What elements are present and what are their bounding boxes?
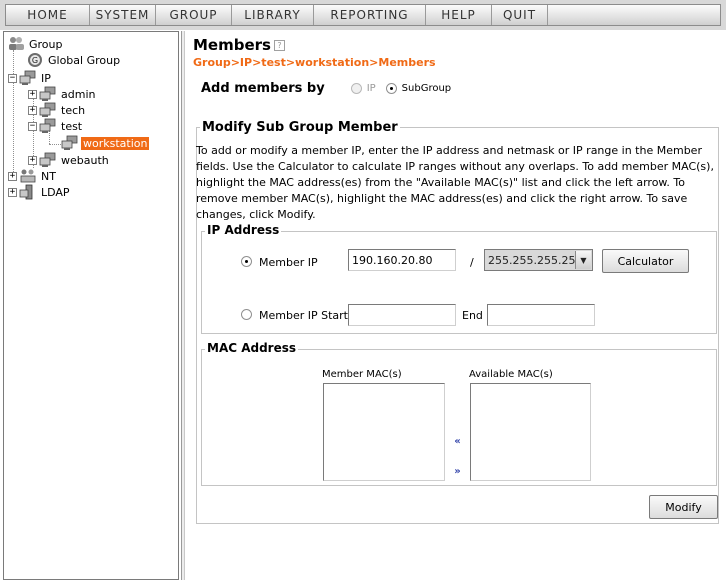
tree-label-workstation: workstation <box>81 136 150 150</box>
member-ip-start-label: Member IP Start <box>259 309 348 322</box>
member-ip-input[interactable]: 190.160.20.80 <box>348 249 456 271</box>
tree-label-test: test <box>61 119 83 133</box>
ip-address-legend: IP Address <box>205 223 282 237</box>
network-computers-icon <box>39 118 56 133</box>
calculator-button[interactable]: Calculator <box>602 249 689 273</box>
tree-node-tech[interactable]: + tech <box>28 102 87 118</box>
tree-node-webauth[interactable]: + webauth <box>28 152 111 168</box>
nt-domain-icon <box>20 169 36 183</box>
add-by-subgroup-radio[interactable] <box>385 83 397 94</box>
breadcrumb: Group>IP>test>workstation>Members <box>193 56 436 69</box>
expand-icon[interactable]: + <box>8 187 17 197</box>
netmask-separator: / <box>470 256 474 269</box>
panel-splitter[interactable] <box>181 31 185 580</box>
tree-label-ip: IP <box>41 71 51 85</box>
member-macs-list[interactable] <box>323 383 445 481</box>
tree-label-group: Group <box>29 37 63 51</box>
add-members-by-row: Add members by IP SubGroup <box>201 81 461 96</box>
netmask-selected-value: 255.255.255.255 <box>488 254 583 267</box>
tree-node-ip[interactable]: − IP <box>8 70 53 86</box>
network-computers-icon <box>39 86 56 101</box>
tree-label-tech: tech <box>61 103 86 117</box>
add-by-ip-radio[interactable] <box>350 83 362 94</box>
help-icon[interactable]: ? <box>273 39 285 51</box>
menu-reporting[interactable]: REPORTING <box>314 5 426 25</box>
tree-label-admin: admin <box>61 87 96 101</box>
move-left-arrow-icon[interactable]: « <box>451 434 464 448</box>
network-computers-icon <box>19 70 36 85</box>
add-by-ip-option[interactable]: IP <box>350 83 376 94</box>
top-menu-bar: HOME SYSTEM GROUP LIBRARY REPORTING HELP… <box>0 0 726 30</box>
page-title-text: Members <box>193 36 271 54</box>
group-tree-panel: Group G Global Group − IP + admin + tech… <box>3 31 179 580</box>
tree-node-admin[interactable]: + admin <box>28 86 97 102</box>
collapse-icon[interactable]: − <box>28 121 37 131</box>
tree-node-test[interactable]: − test <box>28 118 84 134</box>
tree-connector <box>49 144 61 145</box>
expand-icon[interactable]: + <box>28 89 37 99</box>
move-right-arrow-icon[interactable]: » <box>451 464 464 478</box>
member-macs-label: Member MAC(s) <box>322 369 402 380</box>
member-ip-end-input[interactable] <box>487 304 595 326</box>
available-macs-label: Available MAC(s) <box>469 369 553 380</box>
tree-node-global-group[interactable]: G Global Group <box>26 52 122 68</box>
menu-quit[interactable]: QUIT <box>492 5 548 25</box>
network-computers-icon <box>39 152 56 167</box>
tree-node-ldap[interactable]: + LDAP <box>8 184 72 200</box>
tree-label-webauth: webauth <box>61 153 109 167</box>
add-by-subgroup-option[interactable]: SubGroup <box>385 83 452 94</box>
svg-text:G: G <box>32 56 38 65</box>
member-ip-start-input[interactable] <box>348 304 456 326</box>
tree-label-nt: NT <box>41 169 56 183</box>
globe-icon: G <box>28 53 42 67</box>
page-title: Members ? <box>193 36 285 54</box>
member-ip-radio[interactable] <box>241 256 252 267</box>
network-computers-icon <box>39 102 56 117</box>
tree-node-group[interactable]: Group <box>7 36 65 52</box>
modify-description: To add or modify a member IP, enter the … <box>196 144 714 221</box>
member-ip-label: Member IP <box>259 256 318 269</box>
menu-library[interactable]: LIBRARY <box>232 5 314 25</box>
available-macs-list[interactable] <box>470 383 591 481</box>
member-ip-end-label: End <box>462 309 483 322</box>
network-computers-icon <box>61 135 78 150</box>
expand-icon[interactable]: + <box>8 171 17 181</box>
main-menu: HOME SYSTEM GROUP LIBRARY REPORTING HELP… <box>5 4 721 26</box>
menu-home[interactable]: HOME <box>6 5 90 25</box>
tree-label-ldap: LDAP <box>41 185 70 199</box>
tree-node-nt[interactable]: + NT <box>8 168 58 184</box>
add-members-by-label: Add members by <box>201 81 325 96</box>
mac-address-legend: MAC Address <box>205 341 299 355</box>
menu-group[interactable]: GROUP <box>156 5 232 25</box>
ldap-server-icon <box>19 184 33 200</box>
menu-system[interactable]: SYSTEM <box>90 5 156 25</box>
netmask-select[interactable]: 255.255.255.255 ▼ <box>484 249 593 271</box>
users-group-icon <box>9 37 24 50</box>
modify-button[interactable]: Modify <box>649 495 718 519</box>
collapse-icon[interactable]: − <box>8 73 17 83</box>
chevron-down-icon[interactable]: ▼ <box>575 251 591 269</box>
tree-label-global-group: Global Group <box>48 53 121 67</box>
expand-icon[interactable]: + <box>28 155 37 165</box>
tree-node-workstation[interactable]: workstation <box>61 135 150 151</box>
expand-icon[interactable]: + <box>28 105 37 115</box>
members-content: Members ? Group>IP>test>workstation>Memb… <box>187 31 726 580</box>
add-by-ip-label: IP <box>366 83 376 94</box>
modify-sub-group-legend: Modify Sub Group Member <box>200 120 400 135</box>
add-by-subgroup-label: SubGroup <box>401 83 452 94</box>
member-ip-range-radio[interactable] <box>241 309 252 320</box>
menu-help[interactable]: HELP <box>426 5 492 25</box>
menu-filler <box>548 5 720 25</box>
